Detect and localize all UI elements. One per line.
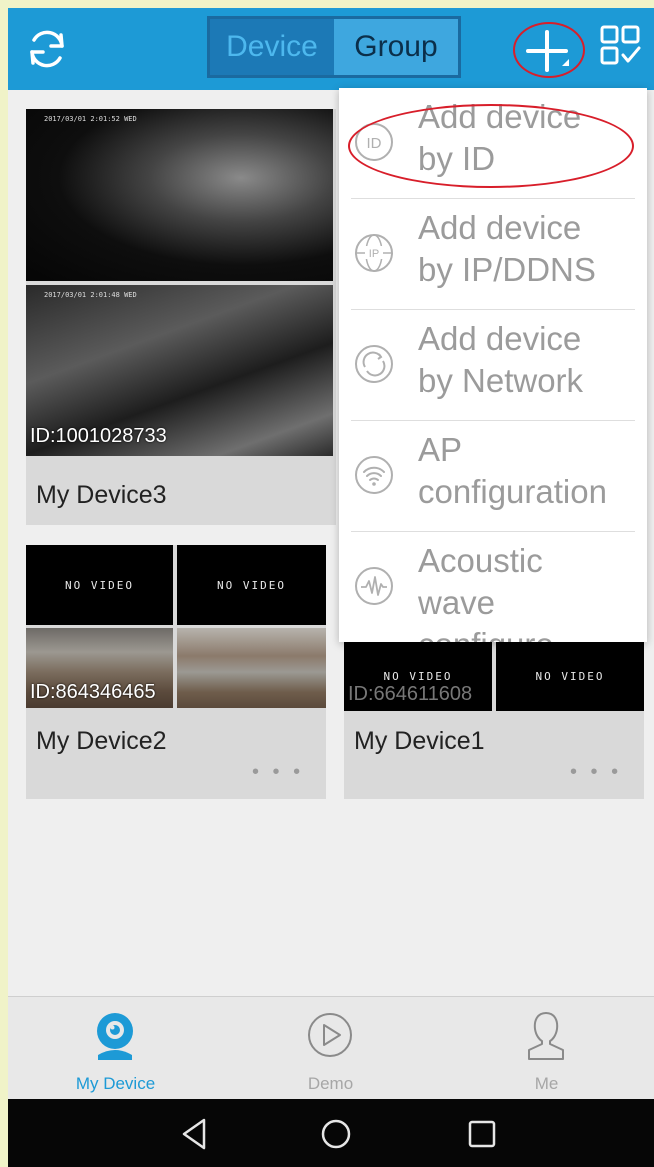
camera-preview[interactable] <box>177 628 326 708</box>
device-id: ID:664611608 <box>348 683 473 705</box>
device-name: My Device3 <box>36 481 167 509</box>
no-video-label: NO VIDEO <box>65 578 134 592</box>
svg-text:IP: IP <box>369 248 379 260</box>
id-icon: ID <box>355 123 393 161</box>
nav-label: My Device <box>75 1074 156 1093</box>
no-video-label: NO VIDEO <box>217 578 286 592</box>
svg-text:ID: ID <box>367 135 382 152</box>
home-icon[interactable] <box>318 1116 354 1152</box>
add-device-menu: ID Add device by ID IP Add device by IP/… <box>339 88 647 642</box>
play-icon <box>308 1013 352 1057</box>
qr-scan-icon[interactable] <box>599 24 641 66</box>
menu-label: AP configuration <box>418 431 607 510</box>
device-group-segmented-control: Device Group <box>207 16 461 78</box>
system-navigation-bar <box>8 1099 654 1167</box>
nav-tab-my-device[interactable]: My Device <box>8 997 223 1100</box>
timestamp: 2017/03/01 2:01:52 WED <box>44 115 137 123</box>
device-card-3[interactable]: 2017/03/01 2:01:52 WED 2017/03/01 2:01:4… <box>26 109 336 525</box>
nav-label: Demo <box>307 1074 354 1093</box>
camera-preview[interactable]: NO VIDEO <box>26 545 173 625</box>
menu-label: Add device by Network <box>418 320 584 399</box>
camera-preview[interactable]: 2017/03/01 2:01:48 WED ID:1001028733 <box>26 285 333 456</box>
menu-add-by-id[interactable]: ID Add device by ID <box>339 88 647 198</box>
camera-icon <box>97 1013 133 1060</box>
menu-acoustic-wave[interactable]: Acoustic wave configure <box>339 532 647 642</box>
nav-tab-me[interactable]: Me <box>439 997 654 1100</box>
person-icon <box>528 1012 564 1060</box>
device-name: My Device1 <box>354 727 485 755</box>
menu-add-by-network[interactable]: Add device by Network <box>339 310 647 420</box>
no-video-label: NO VIDEO <box>535 669 605 683</box>
more-options-button[interactable]: • • • <box>570 761 622 784</box>
refresh-icon[interactable] <box>24 26 70 72</box>
nav-label: Me <box>534 1074 559 1093</box>
menu-label: Acoustic wave configure <box>418 542 554 642</box>
plus-icon[interactable] <box>522 26 572 76</box>
device-card-2[interactable]: NO VIDEO NO VIDEO ID:864346465 My Device… <box>26 545 326 799</box>
globe-ip-icon: IP <box>355 234 393 272</box>
network-icon <box>355 345 393 383</box>
device-id: ID:864346465 <box>30 681 156 703</box>
top-bar: Device Group <box>8 8 654 90</box>
menu-add-by-ip-ddns[interactable]: IP Add device by IP/DDNS <box>339 199 647 309</box>
nav-tab-demo[interactable]: Demo <box>223 997 438 1100</box>
timestamp: 2017/03/01 2:01:48 WED <box>44 291 137 299</box>
recents-icon[interactable] <box>464 1116 500 1152</box>
device-id: ID:1001028733 <box>30 425 167 447</box>
sound-wave-icon <box>355 567 393 605</box>
menu-label: Add device by ID <box>418 98 582 177</box>
camera-preview[interactable]: NO VIDEO <box>496 641 644 711</box>
back-icon[interactable] <box>176 1116 212 1152</box>
more-options-button[interactable]: • • • <box>252 761 304 784</box>
app-screen: Device Group 2017/03/01 2:01:52 WED 2017… <box>8 8 654 1167</box>
tab-device[interactable]: Device <box>210 19 334 75</box>
bottom-navigation: My Device Demo Me <box>8 996 654 1100</box>
tab-group[interactable]: Group <box>334 19 458 75</box>
device-name: My Device2 <box>36 727 167 755</box>
camera-preview[interactable]: NO VIDEO <box>177 545 326 625</box>
wifi-icon <box>355 456 393 494</box>
menu-label: Add device by IP/DDNS <box>418 209 596 288</box>
menu-ap-configuration[interactable]: AP configuration <box>339 421 647 531</box>
camera-preview[interactable]: 2017/03/01 2:01:52 WED <box>26 109 333 281</box>
